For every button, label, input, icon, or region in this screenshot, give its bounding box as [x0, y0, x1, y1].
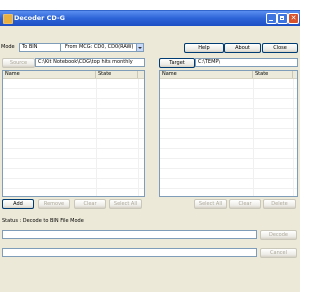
- source-list-body[interactable]: [3, 79, 144, 196]
- decode-button[interactable]: Decode: [260, 230, 297, 240]
- progress-bar-lower: [2, 248, 257, 257]
- select-all-source-button[interactable]: Select All: [109, 199, 142, 209]
- app-window: Decoder CD-G ✕ Mode To BIN From MCG: CD0…: [0, 10, 300, 292]
- window-title: Decoder CD-G: [14, 14, 65, 22]
- target-list-header: Name State: [160, 71, 297, 79]
- source-column-state[interactable]: State: [96, 71, 138, 78]
- clear-source-button[interactable]: Clear: [74, 199, 106, 209]
- target-column-name[interactable]: Name: [160, 71, 253, 78]
- clear-target-button[interactable]: Clear: [229, 199, 261, 209]
- mode-from-value: From MCG: CD0, CD0(RAW): [65, 44, 134, 50]
- source-file-list[interactable]: Name State: [2, 70, 145, 197]
- close-button[interactable]: Close: [262, 43, 298, 53]
- target-list-body[interactable]: [160, 79, 297, 196]
- mode-value-field[interactable]: To BIN: [19, 43, 61, 52]
- background-strip: [0, 292, 300, 300]
- remove-button[interactable]: Remove: [38, 199, 70, 209]
- target-path-field[interactable]: C:\TEMP\: [195, 58, 298, 67]
- status-text: Status : Decode to BIN File Mode: [2, 218, 84, 224]
- target-column-divider: [293, 79, 294, 196]
- minimize-button[interactable]: [266, 13, 277, 24]
- source-list-header: Name State: [3, 71, 144, 79]
- add-button[interactable]: Add: [2, 199, 34, 209]
- mode-from-select[interactable]: From MCG: CD0, CD0(RAW): [60, 43, 144, 52]
- select-all-target-button[interactable]: Select All: [194, 199, 227, 209]
- target-column-divider: [253, 79, 254, 196]
- source-column-divider: [96, 79, 97, 196]
- target-button[interactable]: Target: [159, 58, 195, 68]
- help-button[interactable]: Help: [184, 43, 224, 53]
- maximize-button[interactable]: [277, 13, 288, 24]
- close-window-button[interactable]: ✕: [288, 13, 299, 24]
- source-column-divider: [138, 79, 139, 196]
- close-icon: ✕: [290, 14, 297, 22]
- title-bar[interactable]: Decoder CD-G ✕: [0, 11, 300, 26]
- about-button[interactable]: About: [224, 43, 261, 53]
- source-button[interactable]: Source: [2, 58, 35, 68]
- source-column-name[interactable]: Name: [3, 71, 96, 78]
- minimize-icon: [267, 14, 276, 23]
- progress-bar-upper: [2, 230, 257, 239]
- target-file-list[interactable]: Name State: [159, 70, 298, 197]
- cancel-button[interactable]: Cancel: [260, 248, 297, 258]
- target-column-state[interactable]: State: [253, 71, 293, 78]
- mode-label: Mode: [1, 44, 15, 50]
- app-icon: [3, 14, 13, 24]
- maximize-icon: [278, 14, 287, 23]
- chevron-down-icon[interactable]: [136, 44, 143, 51]
- delete-button[interactable]: Delete: [263, 199, 296, 209]
- source-path-field[interactable]: C:\Kit Notebook\CDG\top hits monthly: [35, 58, 145, 67]
